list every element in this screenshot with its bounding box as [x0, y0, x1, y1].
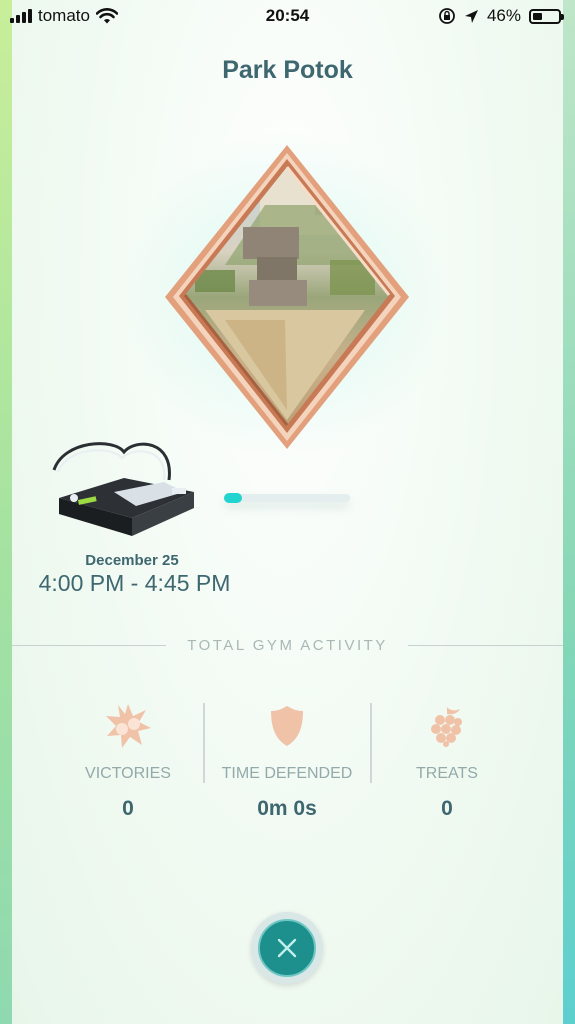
battery-level — [533, 12, 542, 20]
location-arrow-icon — [464, 9, 478, 23]
stat-label: TIME DEFENDED — [221, 765, 353, 782]
berry-icon — [431, 707, 462, 747]
battery-percent: 46% — [486, 6, 521, 25]
status-bar: tomato 20:54 46% — [0, 0, 575, 34]
stat-label: VICTORIES — [85, 765, 171, 782]
battery-icon — [529, 8, 564, 24]
gym-photo-diamond[interactable] — [165, 145, 409, 449]
close-button[interactable] — [251, 912, 323, 984]
shield-icon — [271, 706, 303, 746]
stat-separator — [203, 703, 205, 783]
gym-name: Park Potok — [222, 56, 353, 84]
stat-time-defended: TIME DEFENDED 0m 0s — [207, 700, 367, 821]
stat-victories: VICTORIES 0 — [48, 700, 208, 821]
activity-divider: TOTAL GYM ACTIVITY — [12, 636, 563, 656]
victories-burst-icon — [106, 704, 151, 748]
badge-progress-bar — [224, 493, 350, 503]
left-edge-decoration — [0, 0, 12, 1024]
stat-label: TREATS — [416, 765, 478, 782]
status-right: 46% — [438, 6, 564, 26]
stat-value: 0m 0s — [257, 797, 317, 820]
gym-badge-pass[interactable] — [44, 440, 199, 540]
stat-value: 0 — [122, 797, 134, 820]
badge-progress-fill — [224, 493, 242, 503]
stat-treats: TREATS 0 — [367, 700, 527, 821]
divider-line-right — [408, 645, 563, 646]
badge-date: December 25 — [85, 552, 179, 569]
badge-time-range: 4:00 PM - 4:45 PM — [38, 570, 231, 596]
orientation-lock-icon — [439, 8, 455, 24]
stat-value: 0 — [441, 797, 453, 820]
close-icon — [277, 938, 297, 958]
right-edge-decoration — [563, 0, 575, 1024]
